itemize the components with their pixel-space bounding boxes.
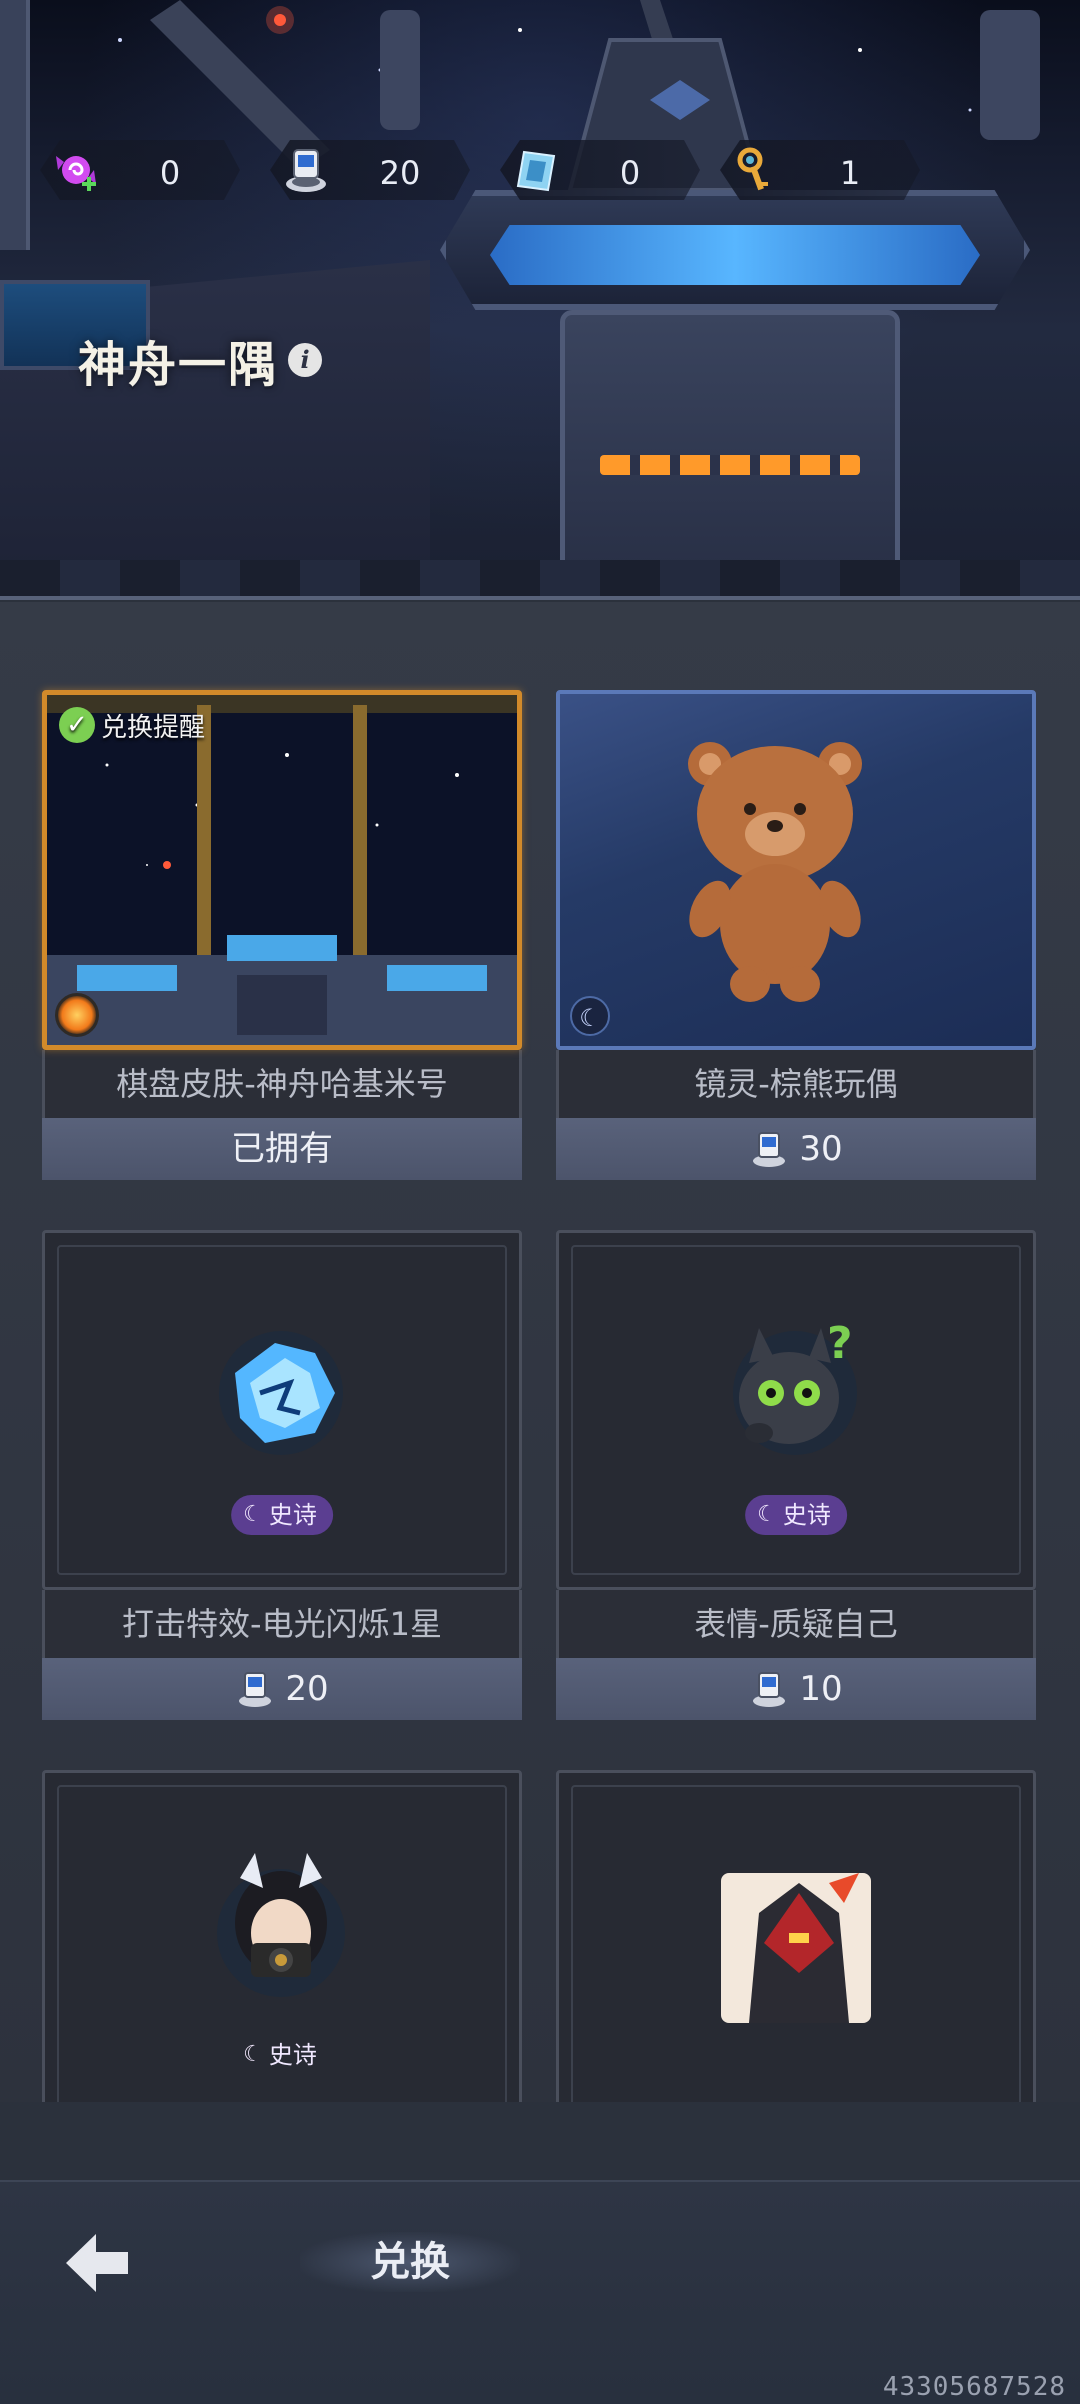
item-preview [556, 1770, 1036, 2102]
item-name: 表情-质疑自己 [556, 1590, 1036, 1658]
exchange-tab[interactable]: 兑换 [300, 2232, 520, 2292]
robot-token-currency[interactable]: 20 [270, 140, 470, 200]
epic-rarity-badge: ☾ 史诗 [745, 1495, 847, 1535]
candy-currency[interactable]: 0 [40, 140, 240, 200]
cockpit-pillar [0, 0, 30, 250]
robot-token-icon [753, 1132, 786, 1167]
item-preview: ☾ 史诗 [42, 1230, 522, 1590]
epic-rarity-badge: ☾ 史诗 [231, 2035, 333, 2075]
cockpit-skin-preview [47, 695, 517, 1045]
device-id-text: 43305687528 [882, 2372, 1066, 2402]
exchange-reminder-badge[interactable]: ✓ 兑换提醒 [59, 705, 205, 745]
orb-rarity-icon [55, 993, 99, 1037]
banner-floor [0, 560, 1080, 600]
candy-amount: 0 [159, 154, 181, 192]
page-title-group: 神舟一隅 i [78, 325, 323, 395]
item-preview: ☾ 史诗 [42, 1770, 522, 2102]
bottom-nav-bar [0, 2180, 1080, 2404]
golden-key-icon [737, 147, 768, 191]
checkmark-icon: ✓ [59, 707, 95, 743]
svg-text:?: ? [827, 1318, 853, 1369]
robot-token-icon [753, 1672, 786, 1707]
reminder-label: 兑换提醒 [101, 712, 206, 743]
header-banner [0, 0, 1080, 600]
moon-icon: ☾ [243, 1502, 263, 1527]
item-name: 棋盘皮肤-神舟哈基米号 [42, 1050, 522, 1118]
rarity-label: 史诗 [268, 2041, 317, 2069]
bear-plush-image [688, 742, 862, 1002]
robot-token-amount: 20 [379, 154, 421, 192]
item-name: 打击特效-电光闪烁1星 [42, 1590, 522, 1658]
page-title: 神舟一隅 [78, 337, 279, 393]
robot-token-icon [286, 149, 326, 192]
shop-item-emote-self-doubt[interactable]: ? ☾ 史诗 表情-质疑自己 10 [556, 1230, 1036, 1720]
back-arrow-icon[interactable] [62, 2228, 132, 2298]
moon-rarity-icon: ☾ [570, 996, 610, 1036]
key-currency[interactable]: 1 [720, 140, 920, 200]
rarity-label: 史诗 [782, 1501, 831, 1529]
moon-icon: ☾ [757, 1502, 777, 1527]
info-icon[interactable]: i [288, 343, 323, 377]
banner-divider [0, 596, 1080, 600]
item-preview: ? ☾ 史诗 [556, 1230, 1036, 1590]
card-currency[interactable]: 0 [500, 140, 700, 200]
price-button[interactable]: 20 [42, 1658, 522, 1720]
epic-rarity-badge: ☾ 史诗 [231, 1495, 333, 1535]
shop-item-bear-plush[interactable]: ☾ 镜灵-棕熊玩偶 30 [556, 690, 1036, 1180]
shop-item-lightning-effect[interactable]: ☾ 史诗 打击特效-电光闪烁1星 20 [42, 1230, 522, 1720]
shop-item-avatar-photographer[interactable]: ☾ 史诗 [42, 1770, 522, 2102]
candy-plus-icon [56, 156, 96, 191]
item-name: 镜灵-棕熊玩偶 [556, 1050, 1036, 1118]
key-amount: 1 [839, 154, 861, 192]
price-button[interactable]: 10 [556, 1658, 1036, 1720]
rarity-label: 史诗 [268, 1501, 317, 1529]
owned-label: 已拥有 [231, 1129, 333, 1169]
price-button[interactable]: 30 [556, 1118, 1036, 1180]
price-value: 20 [285, 1669, 329, 1709]
robot-token-icon [239, 1672, 272, 1707]
item-preview: ✓ 兑换提醒 [42, 690, 522, 1050]
mech-avatar-image [721, 1873, 871, 2023]
crystal-card-icon [516, 150, 556, 192]
console-lights [600, 455, 860, 475]
moon-icon: ☾ [243, 2042, 263, 2067]
main-console-screen [490, 225, 980, 285]
shop-item-mech-avatar[interactable] [556, 1770, 1036, 2102]
price-value: 30 [799, 1129, 843, 1169]
shop-item-chessboard-skin[interactable]: ✓ 兑换提醒 棋盘皮肤-神舟哈基米号 已拥有 [42, 690, 522, 1180]
shop-grid: ✓ 兑换提醒 棋盘皮肤-神舟哈基米号 已拥有 ☾ 镜灵-棕熊玩偶 30 ☾ 史诗… [0, 602, 1080, 2102]
owned-status[interactable]: 已拥有 [42, 1118, 522, 1180]
price-value: 10 [799, 1669, 843, 1709]
item-preview: ☾ [556, 690, 1036, 1050]
card-amount: 0 [619, 154, 641, 192]
